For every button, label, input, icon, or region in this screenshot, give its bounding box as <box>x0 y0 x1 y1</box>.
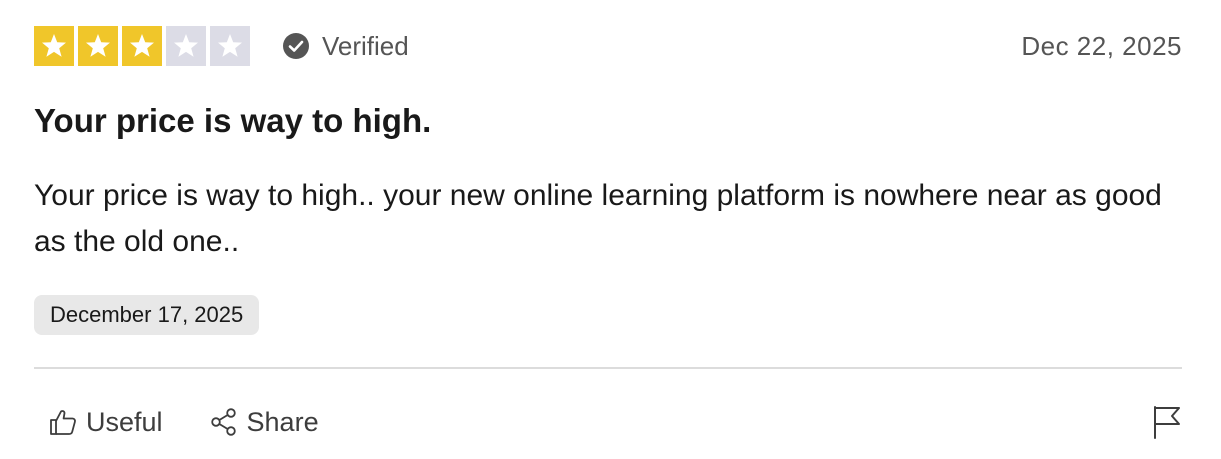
report-button[interactable] <box>1150 404 1184 440</box>
check-circle-icon <box>283 33 309 59</box>
share-button[interactable]: Share <box>209 407 319 438</box>
star-icon <box>210 26 250 66</box>
experience-date-badge: December 17, 2025 <box>34 295 260 335</box>
star-icon <box>166 26 206 66</box>
review-title: Your price is way to high. <box>34 102 432 139</box>
useful-button[interactable]: Useful <box>48 407 163 438</box>
star-icon <box>34 26 74 66</box>
share-icon <box>210 408 236 436</box>
review-date: Dec 22, 2025 <box>1021 31 1182 61</box>
review-header: Verified Dec 22, 2025 <box>34 26 1182 66</box>
star-icon <box>122 26 162 66</box>
thumbs-up-icon <box>50 410 76 435</box>
review-body: Your price is way to high.. your new onl… <box>34 179 1162 258</box>
verified-label: Verified <box>322 30 409 61</box>
star-rating <box>34 26 250 66</box>
share-label: Share <box>246 406 319 437</box>
review-card: Verified Dec 22, 2025 Your price is way … <box>0 0 1221 459</box>
review-actions: Useful Share <box>48 400 319 444</box>
useful-label: Useful <box>86 406 163 437</box>
star-icon <box>78 26 118 66</box>
verified-badge: Verified <box>282 26 409 66</box>
flag-icon <box>1154 406 1180 439</box>
divider <box>34 367 1182 369</box>
